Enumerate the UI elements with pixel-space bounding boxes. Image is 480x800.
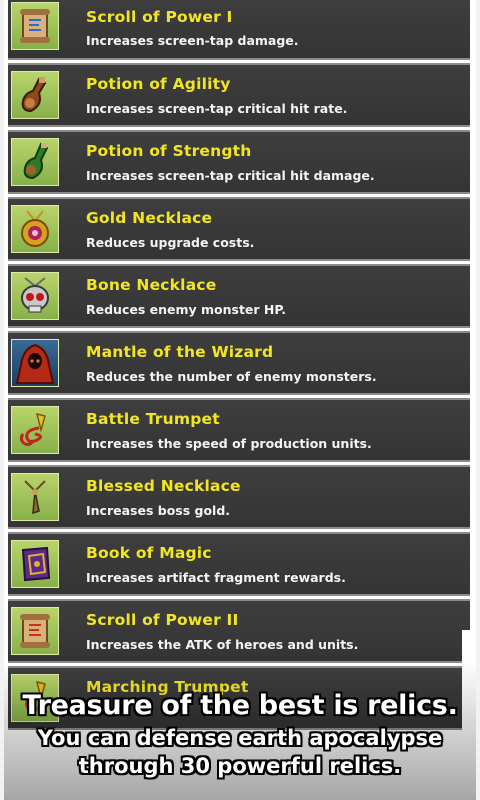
relic-row[interactable]: Gold Necklace Reduces upgrade costs. — [8, 197, 470, 261]
relic-row[interactable]: Book of Magic Increases artifact fragmen… — [8, 532, 470, 596]
wizard-mantle-icon — [11, 339, 59, 387]
relic-row[interactable]: Bone Necklace Reduces enemy monster HP. — [8, 264, 470, 328]
relic-name: Battle Trumpet — [86, 410, 220, 428]
relic-row[interactable]: Mantle of the Wizard Reduces the number … — [8, 331, 470, 395]
trumpet-icon — [11, 406, 59, 454]
relic-name: Blessed Necklace — [86, 477, 241, 495]
scroll-icon — [11, 2, 59, 50]
skull-necklace-icon — [11, 272, 59, 320]
potion-icon — [11, 71, 59, 119]
caption-line: through 30 powerful relics. — [78, 754, 402, 778]
relic-name: Scroll of Power I — [86, 8, 233, 26]
relic-description: Increases screen-tap damage. — [86, 33, 299, 48]
relic-name: Mantle of the Wizard — [86, 343, 274, 361]
potion-bottle-icon — [11, 138, 59, 186]
caption-line: You can defense earth apocalypse — [37, 726, 443, 750]
relic-screen: Scroll of Power I Increases screen-tap d… — [4, 0, 476, 800]
relic-description: Increases screen-tap critical hit damage… — [86, 168, 375, 183]
relic-name: Gold Necklace — [86, 209, 213, 227]
relic-row[interactable]: Scroll of Power II Increases the ATK of … — [8, 599, 470, 663]
relic-description: Increases the speed of production units. — [86, 436, 372, 451]
relic-description: Reduces upgrade costs. — [86, 235, 255, 250]
relic-description: Increases screen-tap critical hit rate. — [86, 101, 348, 116]
relic-row[interactable]: Potion of Agility Increases screen-tap c… — [8, 63, 470, 127]
magic-book-icon — [11, 540, 59, 588]
relic-description: Reduces the number of enemy monsters. — [86, 369, 377, 384]
relic-name: Bone Necklace — [86, 276, 217, 294]
relic-row[interactable]: Blessed Necklace Increases boss gold. — [8, 465, 470, 529]
relic-name: Potion of Strength — [86, 142, 252, 160]
gold-necklace-icon — [11, 205, 59, 253]
relic-row[interactable]: Battle Trumpet Increases the speed of pr… — [8, 398, 470, 462]
scroll-icon — [11, 607, 59, 655]
relic-row[interactable]: Potion of Strength Increases screen-tap … — [8, 130, 470, 194]
relic-name: Scroll of Power II — [86, 611, 239, 629]
relic-description: Reduces enemy monster HP. — [86, 302, 287, 317]
caption-headline: Treasure of the best is relics. — [22, 690, 458, 721]
relic-list[interactable]: Scroll of Power I Increases screen-tap d… — [4, 0, 476, 730]
relic-row[interactable]: Scroll of Power I Increases screen-tap d… — [8, 0, 470, 60]
relic-name: Potion of Agility — [86, 75, 231, 93]
blessed-necklace-icon — [11, 473, 59, 521]
relic-name: Book of Magic — [86, 544, 212, 562]
relic-description: Increases artifact fragment rewards. — [86, 570, 346, 585]
relic-description: Increases boss gold. — [86, 503, 231, 518]
promo-caption: Treasure of the best is relics. You can … — [0, 688, 480, 780]
relic-description: Increases the ATK of heroes and units. — [86, 637, 359, 652]
